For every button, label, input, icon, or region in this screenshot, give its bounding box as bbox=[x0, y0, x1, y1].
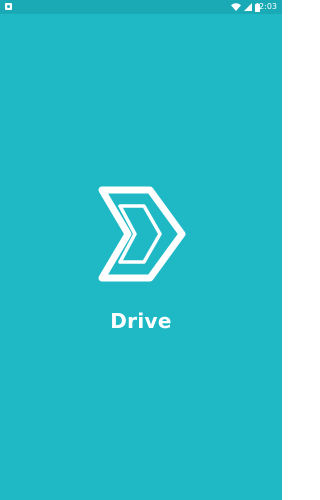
status-time: 2:03 bbox=[259, 2, 277, 11]
status-bar: 2:03 bbox=[0, 0, 282, 14]
app-name: Drive bbox=[110, 309, 172, 333]
status-icons bbox=[231, 0, 260, 14]
splash-screen: 2:03 Drive bbox=[0, 0, 282, 500]
drive-logo-icon bbox=[98, 186, 186, 282]
notification-icon bbox=[5, 3, 12, 10]
wifi-icon bbox=[231, 3, 241, 11]
signal-icon bbox=[244, 3, 252, 11]
